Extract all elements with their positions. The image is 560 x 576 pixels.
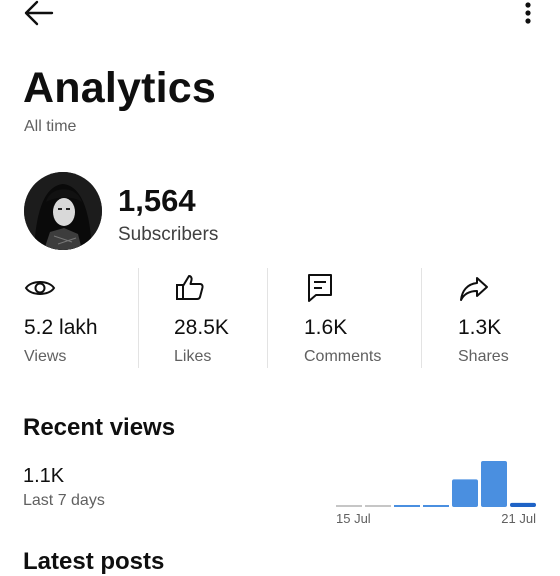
chart-bar [365, 505, 391, 507]
recent-views-chart[interactable]: 15 Jul 21 Jul [334, 455, 540, 530]
stat-label: Comments [304, 348, 382, 365]
chart-bar [510, 502, 536, 507]
avatar-image [24, 172, 102, 250]
share-icon [458, 272, 490, 304]
chart-bar [452, 479, 478, 507]
chart-bar [423, 505, 449, 507]
chart-bar [336, 505, 362, 507]
page-title: Analytics [23, 64, 216, 112]
stat-value: 1.6K [304, 316, 348, 339]
recent-views-title: Recent views [23, 414, 176, 441]
arrow-left-icon [24, 0, 54, 26]
latest-posts-title: Latest posts [23, 548, 165, 575]
stat-label: Shares [458, 348, 509, 365]
stat-label: Likes [174, 348, 212, 365]
top-bar [0, 0, 560, 30]
eye-icon [24, 272, 56, 304]
divider [138, 268, 139, 368]
recent-views-value: 1.1K [23, 465, 65, 487]
more-options-button[interactable] [514, 0, 542, 28]
stat-label: Views [24, 348, 67, 365]
subscriber-count: 1,564 [118, 183, 196, 218]
bar-chart: 15 Jul 21 Jul [336, 461, 536, 526]
recent-views-period: Last 7 days [23, 492, 105, 509]
period-label: All time [24, 118, 77, 135]
divider [421, 268, 422, 368]
more-vertical-icon [525, 2, 531, 24]
stat-value: 28.5K [174, 316, 229, 339]
comment-icon [304, 272, 336, 304]
divider [267, 268, 268, 368]
x-tick-label: 21 Jul [501, 511, 536, 526]
thumbs-up-icon [174, 272, 206, 304]
subscriber-label: Subscribers [118, 224, 219, 245]
chart-bar [394, 505, 420, 507]
stat-value: 1.3K [458, 316, 502, 339]
channel-avatar[interactable] [24, 172, 102, 250]
x-tick-label: 15 Jul [336, 511, 371, 526]
stat-value: 5.2 lakh [24, 316, 98, 339]
chart-bar [481, 461, 507, 507]
back-button[interactable] [22, 0, 56, 26]
